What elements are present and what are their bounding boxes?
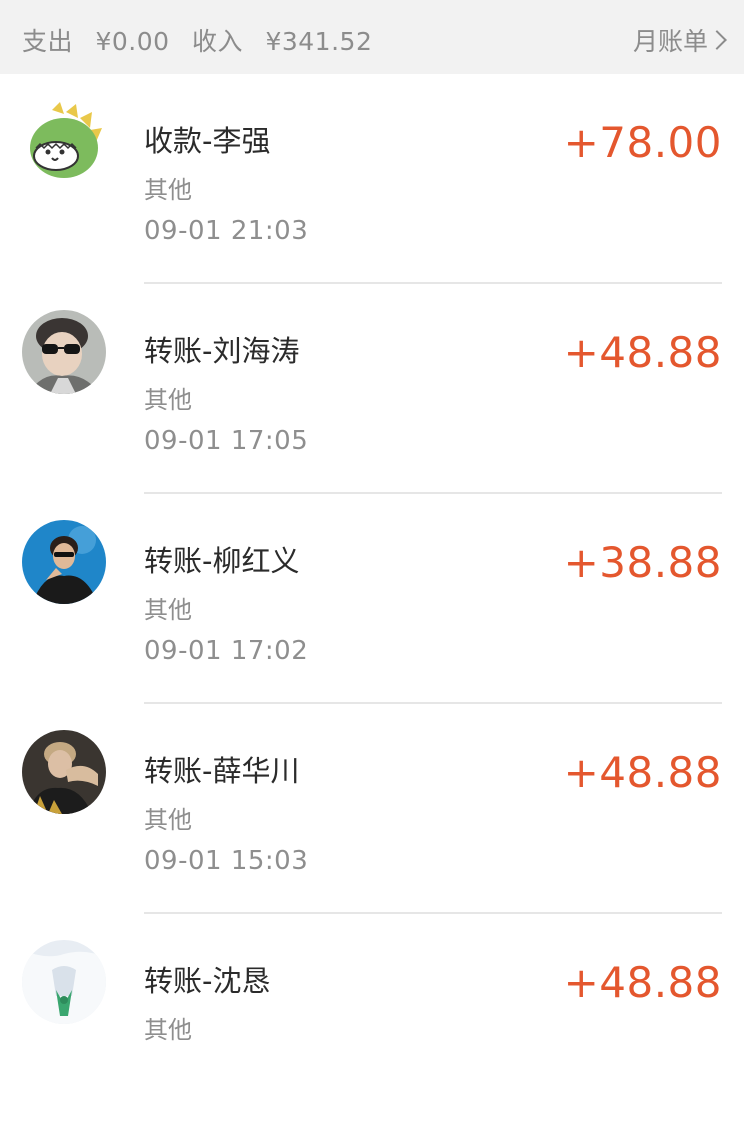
- transaction-title: 转账-薛华川: [144, 754, 300, 788]
- income-value: ¥341.52: [265, 27, 373, 56]
- transaction-row[interactable]: 转账-沈恳 其他 +48.88: [0, 914, 744, 1124]
- transaction-title: 转账-刘海涛: [144, 334, 300, 368]
- income-label: 收入: [192, 27, 244, 56]
- month-bill-label: 月账单: [632, 27, 708, 56]
- summary-totals: 支出 ¥0.00 收入 ¥341.52: [22, 22, 372, 58]
- transaction-title: 转账-沈恳: [144, 964, 271, 998]
- transaction-title: 转账-柳红义: [144, 544, 300, 578]
- transaction-category: 其他: [144, 1016, 192, 1044]
- chevron-right-icon: [707, 30, 727, 50]
- transaction-amount: +48.88: [563, 328, 722, 377]
- transaction-amount: +48.88: [563, 748, 722, 797]
- transaction-category: 其他: [144, 806, 192, 834]
- transaction-time: 09-01 21:03: [144, 216, 309, 246]
- white-shirt-avatar: [22, 940, 106, 1024]
- summary-bar: 支出 ¥0.00 收入 ¥341.52 月账单: [0, 0, 744, 74]
- transaction-row[interactable]: 转账-刘海涛 其他 09-01 17:05 +48.88: [0, 284, 744, 494]
- transaction-amount: +38.88: [563, 538, 722, 587]
- transaction-time: 09-01 17:02: [144, 636, 309, 666]
- transaction-title: 收款-李强: [144, 124, 271, 158]
- transaction-category: 其他: [144, 386, 192, 414]
- transaction-row[interactable]: 收款-李强 其他 09-01 21:03 +78.00: [0, 74, 744, 284]
- transaction-time: 09-01 17:05: [144, 426, 309, 456]
- transaction-category: 其他: [144, 176, 192, 204]
- month-bill-link[interactable]: 月账单: [633, 22, 728, 58]
- transaction-row[interactable]: 转账-柳红义 其他 09-01 17:02 +38.88: [0, 494, 744, 704]
- person-sunglasses-avatar: [22, 310, 106, 394]
- transaction-time: 09-01 15:03: [144, 846, 309, 876]
- transaction-amount: +48.88: [563, 958, 722, 1007]
- transaction-row[interactable]: 转账-薛华川 其他 09-01 15:03 +48.88: [0, 704, 744, 914]
- transaction-amount: +78.00: [563, 118, 722, 167]
- person-blue-background-avatar: [22, 520, 106, 604]
- expense-value: ¥0.00: [95, 27, 170, 56]
- cartoon-dinosaur-avatar: [22, 100, 106, 184]
- expense-label: 支出: [22, 27, 74, 56]
- transaction-category: 其他: [144, 596, 192, 624]
- person-dark-background-avatar: [22, 730, 106, 814]
- transaction-list: 收款-李强 其他 09-01 21:03 +78.00 转账-刘海涛 其他 09…: [0, 74, 744, 1124]
